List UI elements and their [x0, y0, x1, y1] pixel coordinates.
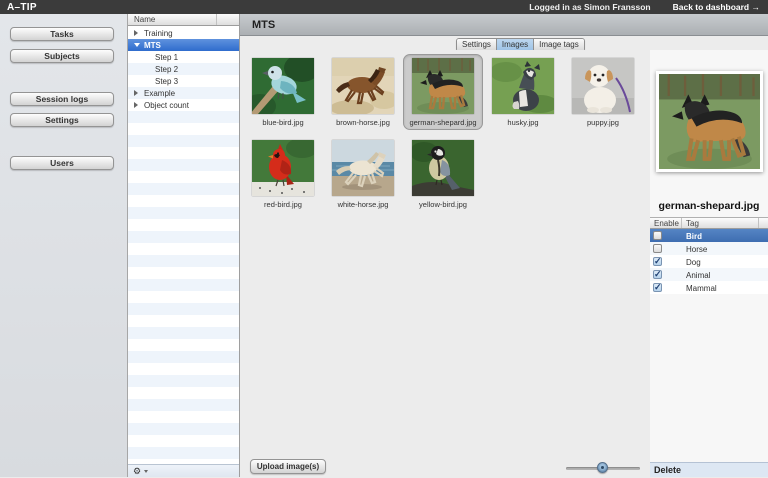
image-thumbnail-german-shepard[interactable]: german-shepard.jpg: [403, 54, 483, 130]
tree-item-example[interactable]: Example: [128, 87, 239, 99]
image-thumbnail-white-horse[interactable]: white-horse.jpg: [323, 140, 403, 209]
back-to-dashboard-link[interactable]: Back to dashboard →: [673, 2, 760, 12]
thumbnail-label: blue-bird.jpg: [262, 118, 303, 127]
delete-button[interactable]: Delete: [650, 462, 768, 477]
thumbnail-label: white-horse.jpg: [338, 200, 389, 209]
thumbnail-label: brown-horse.jpg: [336, 118, 390, 127]
tree-item-training[interactable]: Training: [128, 27, 239, 39]
image-thumbnail-red-bird[interactable]: red-bird.jpg: [243, 140, 323, 209]
logged-in-status: Logged in as Simon Fransson: [529, 2, 650, 12]
main-header-bar: MTS: [240, 14, 768, 36]
tree-footer-bar: ⚙: [128, 464, 239, 477]
slider-knob[interactable]: [597, 462, 608, 473]
disclosure-triangle-icon[interactable]: [134, 90, 138, 96]
tag-table-header: Enable Tag: [650, 217, 768, 229]
table-column-divider[interactable]: [681, 218, 682, 228]
tree-item-label: Training: [144, 29, 173, 38]
tag-table: Enable Tag Bird Horse Dog Animal Mammal: [650, 217, 768, 294]
tab-strip: Settings Images Image tags: [240, 36, 768, 50]
thumbnail-label: puppy.jpg: [587, 118, 619, 127]
image-grid: blue-bird.jpg brown-horse.jpg: [240, 50, 650, 477]
thumbnail-label: husky.jpg: [507, 118, 538, 127]
tag-label: Dog: [686, 258, 701, 267]
preview-filename: german-shepard.jpg: [650, 200, 768, 212]
thumbnail-image: [572, 58, 634, 114]
gear-icon[interactable]: ⚙: [133, 465, 141, 478]
tag-row-mammal[interactable]: Mammal: [650, 281, 768, 294]
tree-header-label: Name: [134, 15, 155, 24]
thumbnail-image: [332, 140, 394, 196]
tree-body: Training MTS Step 1 Step 2 Step 3 Exampl…: [128, 27, 239, 464]
tag-checkbox[interactable]: [653, 270, 662, 279]
tree-item-label: Example: [144, 89, 175, 98]
disclosure-triangle-icon[interactable]: [134, 102, 138, 108]
tree-item-object-count[interactable]: Object count: [128, 99, 239, 111]
thumbnail-image: [332, 58, 394, 114]
column-header-tag: Tag: [686, 219, 699, 228]
tag-row-dog[interactable]: Dog: [650, 255, 768, 268]
thumbnail-label: red-bird.jpg: [264, 200, 302, 209]
chevron-down-icon[interactable]: [144, 470, 148, 473]
image-thumbnail-brown-horse[interactable]: brown-horse.jpg: [323, 58, 403, 127]
users-button[interactable]: Users: [10, 156, 114, 170]
task-tree-panel: Name Training MTS Step 1 Step 2 Step 3 E…: [128, 14, 240, 477]
tag-checkbox[interactable]: [653, 283, 662, 292]
preview-image: [659, 74, 760, 169]
disclosure-triangle-icon[interactable]: [134, 30, 138, 36]
tag-label: Horse: [686, 245, 707, 254]
tag-label: Mammal: [686, 284, 717, 293]
page-title: MTS: [252, 19, 768, 31]
tag-row-animal[interactable]: Animal: [650, 268, 768, 281]
image-thumbnail-blue-bird[interactable]: blue-bird.jpg: [243, 58, 323, 127]
upload-images-button[interactable]: Upload image(s): [250, 459, 326, 474]
thumbnail-image: [412, 140, 474, 196]
tag-row-bird[interactable]: Bird: [650, 229, 768, 242]
app-logo: A–TIP: [7, 2, 37, 13]
tag-checkbox[interactable]: [653, 257, 662, 266]
image-thumbnail-yellow-bird[interactable]: yellow-bird.jpg: [403, 140, 483, 209]
table-column-divider[interactable]: [758, 218, 759, 228]
image-preview: [656, 71, 763, 172]
left-sidebar: Tasks Subjects Session logs Settings Use…: [0, 14, 128, 477]
thumbnail-image: [492, 58, 554, 114]
thumbnail-zoom-slider[interactable]: [566, 462, 640, 474]
tree-item-step-3[interactable]: Step 3: [128, 75, 239, 87]
tag-checkbox[interactable]: [653, 244, 662, 253]
disclosure-triangle-icon[interactable]: [134, 43, 140, 47]
thumbnail-label: yellow-bird.jpg: [419, 200, 467, 209]
tree-item-label: MTS: [144, 41, 161, 50]
tree-item-label: Object count: [144, 101, 189, 110]
tag-row-horse[interactable]: Horse: [650, 242, 768, 255]
settings-button[interactable]: Settings: [10, 113, 114, 127]
tasks-button[interactable]: Tasks: [10, 27, 114, 41]
tree-item-label: Step 3: [155, 77, 178, 86]
column-header-enable: Enable: [654, 219, 679, 228]
tree-item-step-2[interactable]: Step 2: [128, 63, 239, 75]
tag-checkbox[interactable]: [653, 231, 662, 240]
thumbnail-image: [412, 58, 474, 114]
tag-label: Bird: [686, 232, 702, 241]
image-thumbnail-puppy[interactable]: puppy.jpg: [563, 58, 643, 127]
tree-item-step-1[interactable]: Step 1: [128, 51, 239, 63]
thumbnail-label: german-shepard.jpg: [409, 118, 476, 127]
tree-item-label: Step 1: [155, 53, 178, 62]
session-logs-button[interactable]: Session logs: [10, 92, 114, 106]
tree-item-label: Step 2: [155, 65, 178, 74]
top-bar: A–TIP Logged in as Simon Fransson Back t…: [0, 0, 768, 14]
tree-header: Name: [128, 14, 239, 26]
tag-label: Animal: [686, 271, 710, 280]
image-detail-panel: german-shepard.jpg Enable Tag Bird Horse…: [650, 50, 768, 477]
subjects-button[interactable]: Subjects: [10, 49, 114, 63]
tree-column-divider[interactable]: [216, 14, 217, 25]
thumbnail-image: [252, 140, 314, 196]
tree-item-mts[interactable]: MTS: [128, 39, 239, 51]
image-thumbnail-husky[interactable]: husky.jpg: [483, 58, 563, 127]
thumbnail-image: [252, 58, 314, 114]
